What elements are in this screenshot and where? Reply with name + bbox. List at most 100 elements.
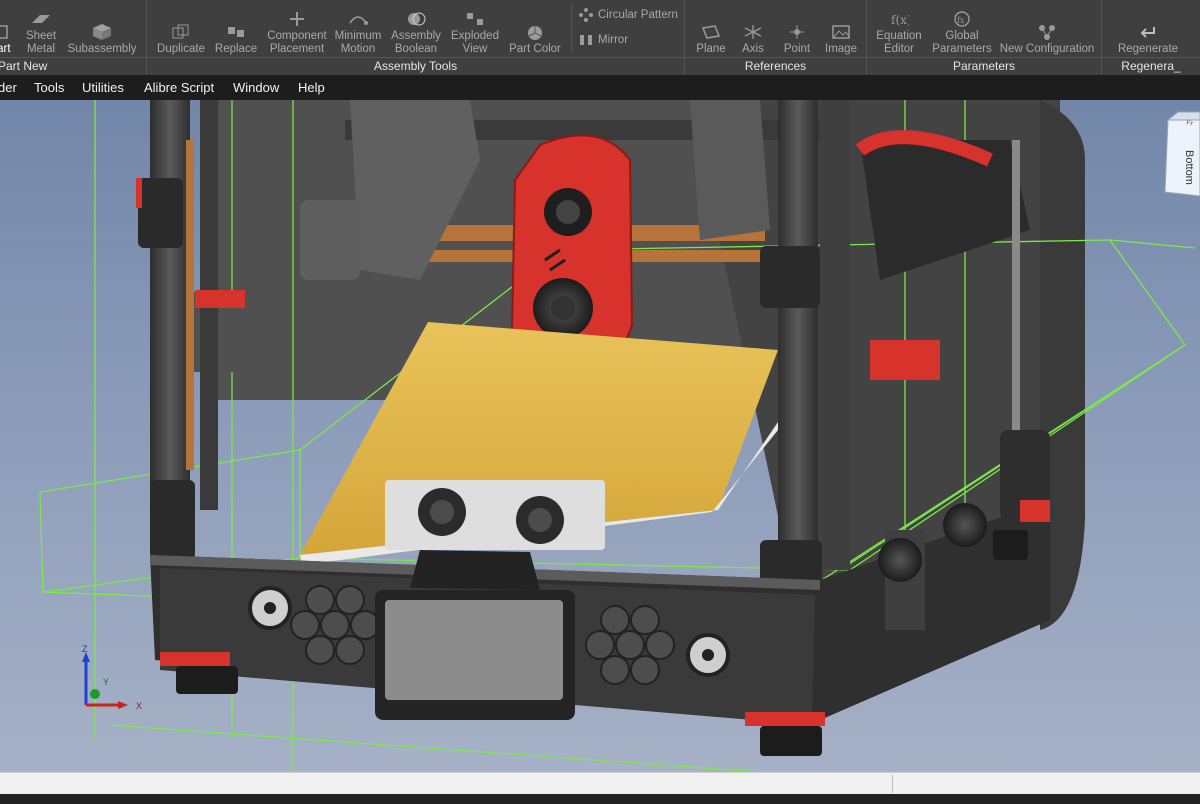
image-button-label: Image	[825, 43, 857, 55]
menu-item-window[interactable]: Window	[233, 75, 279, 100]
assembly-boolean-icon	[405, 10, 427, 28]
status-bar	[0, 772, 1200, 794]
display-bracket	[410, 550, 540, 590]
regenerate-button[interactable]: Regenerate	[1108, 0, 1188, 56]
view-cube-face-bottom[interactable]: Bottom	[1183, 150, 1195, 185]
circular-pattern-button[interactable]: Circular Pattern	[579, 8, 678, 22]
foot-strip-right	[745, 712, 825, 726]
part-color-icon	[524, 23, 546, 41]
ribbon-group-references-label: References	[685, 57, 866, 73]
ribbon-group-references: Plane Axis Point Image References	[685, 0, 867, 75]
replace-button[interactable]: Replace	[211, 0, 261, 56]
regenerate-icon	[1137, 23, 1159, 41]
axis-icon	[742, 23, 764, 41]
global-parameters-icon: fx	[951, 10, 973, 28]
svg-text:f(x): f(x)	[891, 13, 909, 27]
mirror-button[interactable]: Mirror	[579, 33, 628, 47]
frame-post-right-front	[778, 100, 818, 580]
view-cube[interactable]: Bottom Fr	[1164, 111, 1200, 197]
component-placement-button[interactable]: Component Placement	[265, 0, 329, 56]
menu-item-builder[interactable]: der	[0, 75, 17, 100]
mirror-icon	[580, 35, 592, 45]
minimum-motion-button[interactable]: Minimum Motion	[333, 0, 383, 56]
circular-pattern-icon	[579, 8, 593, 22]
part-icon	[0, 23, 11, 41]
image-button[interactable]: Image	[821, 0, 861, 56]
subassembly-button[interactable]: Subassembly	[64, 0, 140, 56]
menu-item-help[interactable]: Help	[298, 75, 325, 100]
3d-viewport[interactable]: Bottom Fr Z X Y	[0, 100, 1200, 772]
subassembly-button-label: Subassembly	[67, 43, 137, 55]
ribbon-group-parameters-label: Parameters	[867, 57, 1101, 73]
global-parameters-button[interactable]: fx Global Parameters	[929, 0, 995, 56]
component-placement-button-label: Component Placement	[267, 30, 327, 55]
sheet-metal-button-label: Sheet Metal	[25, 30, 57, 55]
duplicate-button-label: Duplicate	[157, 43, 205, 55]
equation-editor-button[interactable]: f(x) Equation Editor	[871, 0, 927, 56]
axis-button[interactable]: Axis	[735, 0, 771, 56]
ribbon: Part Sheet Metal Subassembly Part New Du…	[0, 0, 1200, 75]
circular-pattern-label: Circular Pattern	[598, 9, 678, 21]
axis-triad: Z X Y	[82, 644, 142, 711]
gantry-left-block	[300, 200, 360, 280]
sheet-metal-icon	[30, 10, 52, 28]
component-placement-icon	[286, 10, 308, 28]
plane-button-label: Plane	[696, 43, 726, 55]
minimum-motion-icon	[347, 10, 369, 28]
plane-icon	[700, 23, 722, 41]
exploded-view-icon	[464, 10, 486, 28]
menu-item-utilities[interactable]: Utilities	[82, 75, 124, 100]
new-configuration-button[interactable]: New Configuration	[997, 0, 1097, 56]
y-axis-label: Y	[103, 677, 109, 687]
svg-text:fx: fx	[957, 16, 965, 25]
part-color-button[interactable]: Part Color	[505, 0, 565, 56]
side-fan-1	[878, 538, 922, 582]
equation-editor-icon: f(x)	[888, 10, 910, 28]
side-fan-2	[943, 503, 987, 547]
foot-left	[176, 666, 238, 694]
sheet-metal-button[interactable]: Sheet Metal	[20, 0, 62, 56]
new-configuration-icon	[1036, 23, 1058, 41]
frame-post-right-rear	[820, 100, 850, 570]
equation-editor-button-label: Equation Editor	[876, 30, 922, 55]
assembly-boolean-button-label: Assembly Boolean	[391, 30, 441, 55]
foot-right	[760, 726, 822, 756]
rear-red-accent	[1020, 500, 1050, 522]
plane-button[interactable]: Plane	[691, 0, 731, 56]
part-button-label: Part	[0, 43, 11, 55]
ribbon-group-new: Part Sheet Metal Subassembly Part New	[0, 0, 147, 75]
z-rail-right	[1012, 140, 1020, 460]
point-button[interactable]: Point	[777, 0, 817, 56]
minimum-motion-button-label: Minimum Motion	[334, 30, 382, 55]
menu-item-tools[interactable]: Tools	[34, 75, 64, 100]
x-axis-label: X	[136, 701, 142, 711]
exploded-view-button[interactable]: Exploded View	[447, 0, 503, 56]
duplicate-icon	[170, 23, 192, 41]
z-rail-left	[186, 140, 194, 470]
menu-item-alibre-script[interactable]: Alibre Script	[144, 75, 214, 100]
ribbon-group-regenerate-label: Regenera_	[1102, 57, 1200, 73]
assembly-boolean-button[interactable]: Assembly Boolean	[387, 0, 445, 56]
replace-icon	[225, 23, 247, 41]
new-configuration-button-label: New Configuration	[999, 43, 1095, 55]
foot-rear-right	[993, 530, 1028, 560]
corner-bracket-left-top	[138, 178, 183, 248]
foot-strip-left	[160, 652, 230, 666]
mirror-label: Mirror	[598, 34, 629, 46]
point-icon	[786, 23, 808, 41]
ribbon-group-assembly-tools-label: Assembly Tools	[147, 57, 684, 73]
corner-bracket-left-bottom	[150, 480, 195, 560]
gantry-right-carriage	[690, 100, 770, 240]
z-axis-label: Z	[82, 644, 88, 654]
replace-button-label: Replace	[214, 43, 258, 55]
ribbon-group-new-label: Part New	[0, 57, 146, 73]
regenerate-button-label: Regenerate	[1117, 43, 1179, 55]
printer-model[interactable]: Bottom Fr Z X Y	[0, 100, 1200, 772]
duplicate-button[interactable]: Duplicate	[153, 0, 209, 56]
part-button[interactable]: Part	[0, 0, 14, 56]
exploded-view-button-label: Exploded View	[451, 30, 499, 55]
subassembly-icon	[91, 23, 113, 41]
global-parameters-button-label: Global Parameters	[932, 30, 992, 55]
right-red-bracket	[870, 340, 940, 380]
ribbon-group-assembly-tools: Duplicate Replace Component Placement Mi…	[147, 0, 685, 75]
